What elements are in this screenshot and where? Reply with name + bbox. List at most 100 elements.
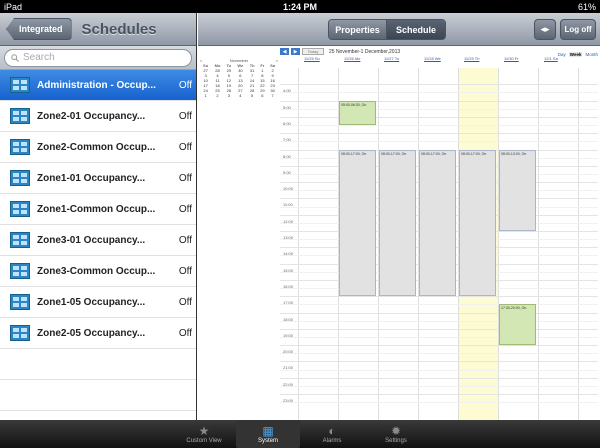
- schedule-icon: [10, 108, 30, 124]
- schedule-state: Off: [178, 79, 192, 91]
- half-hour-line: [280, 108, 598, 110]
- schedule-list-item[interactable]: Zone2-Common Occup... Off: [0, 132, 196, 163]
- schedule-tab[interactable]: Schedule: [387, 20, 445, 39]
- hour-label: 16:00: [283, 283, 294, 289]
- week-calendar: ◀ ▶ Today 25 November-1 December,2013 Da…: [198, 46, 600, 420]
- schedule-state: Off: [178, 296, 192, 308]
- hour-line: [280, 394, 598, 395]
- schedule-state: Off: [178, 141, 192, 153]
- day-header[interactable]: 11/25 Su: [304, 56, 320, 61]
- day-header[interactable]: 11/26 Mo: [344, 56, 360, 61]
- schedule-event[interactable]: 08:00-17:00, On: [459, 149, 496, 297]
- day-header[interactable]: 11/27 Tu: [384, 56, 399, 61]
- prev-week-button[interactable]: ◀: [280, 48, 289, 55]
- day-header[interactable]: 11/30 Fr: [504, 56, 519, 61]
- schedule-icon: [10, 139, 30, 155]
- schedule-detail-panel: Properties Schedule ◂▸ Log off ◀ ▶ Today…: [198, 13, 600, 420]
- tab-label: System: [257, 437, 278, 444]
- half-hour-line: [280, 141, 598, 143]
- status-bar: iPad 1:24 PM 61%: [0, 0, 600, 13]
- half-hour-line: [280, 336, 598, 338]
- schedule-list-item[interactable]: Zone2-05 Occupancy... Off: [0, 318, 196, 349]
- schedule-list-item[interactable]: Zone1-01 Occupancy... Off: [0, 163, 196, 194]
- hour-line: [280, 328, 598, 330]
- search-bar: Search: [0, 46, 196, 70]
- schedule-icon: [10, 170, 30, 186]
- hour-line: [280, 296, 598, 298]
- search-placeholder: Search: [23, 52, 55, 63]
- schedule-event[interactable]: 08:00-17:00, On: [339, 149, 376, 297]
- schedule-icon: [10, 77, 30, 93]
- schedule-icon: [10, 263, 30, 279]
- schedule-state: Off: [178, 172, 192, 184]
- gear-icon: ✹: [390, 423, 402, 438]
- mini-next-button[interactable]: >: [276, 58, 278, 63]
- hour-label: 4:00: [283, 88, 291, 94]
- hour-label: 14:00: [283, 251, 294, 257]
- right-nav-bar: Properties Schedule ◂▸ Log off: [198, 13, 600, 46]
- schedule-list-item[interactable]: Administration - Occup... Off: [0, 70, 196, 101]
- schedule-list-item[interactable]: Zone3-Common Occup... Off: [0, 256, 196, 287]
- schedule-state: Off: [178, 110, 192, 122]
- back-button[interactable]: Integrated: [6, 18, 72, 40]
- schedule-label: Zone1-Common Occup...: [37, 203, 156, 215]
- mini-calendar: < November > Su Mo Tu We Th Fr Sa 27 28 29 30 31 1 2 3…: [200, 58, 278, 98]
- schedule-state: Off: [178, 327, 192, 339]
- hour-label: 7:00: [283, 137, 291, 143]
- day-header[interactable]: 11/28 We: [424, 56, 441, 61]
- mini-day[interactable]: 2: [211, 93, 224, 98]
- star-icon: ★: [198, 423, 210, 438]
- schedule-icon: [10, 201, 30, 217]
- schedule-list-item[interactable]: Zone3-01 Occupancy... Off: [0, 225, 196, 256]
- half-hour-line: [280, 92, 598, 94]
- hour-line: [280, 361, 598, 363]
- schedule-event[interactable]: 17:30-20:00, On: [499, 304, 536, 346]
- bell-icon: ◐: [328, 423, 336, 438]
- schedule-label: Zone2-05 Occupancy...: [37, 327, 146, 339]
- day-header[interactable]: 12/1 Sa: [544, 56, 558, 61]
- half-hour-line: [280, 304, 598, 306]
- schedule-list-item[interactable]: Zone2-01 Occupancy... Off: [0, 101, 196, 132]
- properties-tab[interactable]: Properties: [329, 20, 387, 39]
- next-week-button[interactable]: ▶: [291, 48, 300, 55]
- today-button[interactable]: Today: [302, 48, 324, 55]
- hour-line: [280, 116, 598, 118]
- mini-day[interactable]: 4: [234, 93, 247, 98]
- schedule-state: Off: [178, 203, 192, 215]
- schedule-event[interactable]: 08:00-13:00, On: [499, 149, 536, 231]
- mini-day[interactable]: 5: [247, 93, 258, 98]
- hour-label: 9:00: [283, 169, 291, 175]
- schedule-event[interactable]: 05:00-06:30, On: [339, 100, 376, 126]
- schedule-event[interactable]: 08:00-17:00, On: [379, 149, 416, 297]
- half-hour-line: [280, 369, 598, 371]
- tab-alarms[interactable]: ◐ Alarms: [300, 420, 364, 448]
- hour-label: 15:00: [283, 267, 294, 273]
- hour-label: 18:00: [283, 316, 294, 322]
- expand-arrows-button[interactable]: ◂▸: [534, 19, 556, 40]
- status-time: 1:24 PM: [282, 1, 317, 12]
- tab-settings[interactable]: ✹ Settings: [364, 420, 428, 448]
- search-input[interactable]: Search: [4, 48, 192, 67]
- hour-label: 19:00: [283, 332, 294, 338]
- schedule-event[interactable]: 08:00-17:00, On: [419, 149, 456, 297]
- mini-day[interactable]: 6: [258, 93, 268, 98]
- mini-day[interactable]: 7: [267, 93, 278, 98]
- calendar-header: ◀ ▶ Today 25 November-1 December,2013: [280, 48, 400, 55]
- mini-prev-button[interactable]: <: [200, 58, 202, 63]
- mini-calendar-grid: Su Mo Tu We Th Fr Sa 27 28 29 30 31 1 2 3 4 5 6 7 8 9 10 11 12 1…: [200, 63, 278, 98]
- day-divider: [298, 68, 299, 420]
- tab-custom-view[interactable]: ★ Custom View: [172, 420, 236, 448]
- schedule-list-item[interactable]: Zone1-Common Occup... Off: [0, 194, 196, 225]
- half-hour-line: [280, 402, 598, 404]
- schedule-list-item[interactable]: Zone1-05 Occupancy... Off: [0, 287, 196, 318]
- schedule-icon: [10, 232, 30, 248]
- half-hour-line: [280, 353, 598, 355]
- log-off-button[interactable]: Log off: [560, 19, 596, 40]
- tab-system[interactable]: ▦ System: [236, 420, 300, 448]
- mini-day[interactable]: 1: [200, 93, 211, 98]
- search-icon: [11, 53, 19, 62]
- day-header[interactable]: 11/29 Th: [464, 56, 479, 61]
- mini-day[interactable]: 3: [224, 93, 234, 98]
- hour-label: 12:00: [283, 218, 294, 224]
- schedules-panel: Integrated Schedules Search Administrati…: [0, 13, 197, 442]
